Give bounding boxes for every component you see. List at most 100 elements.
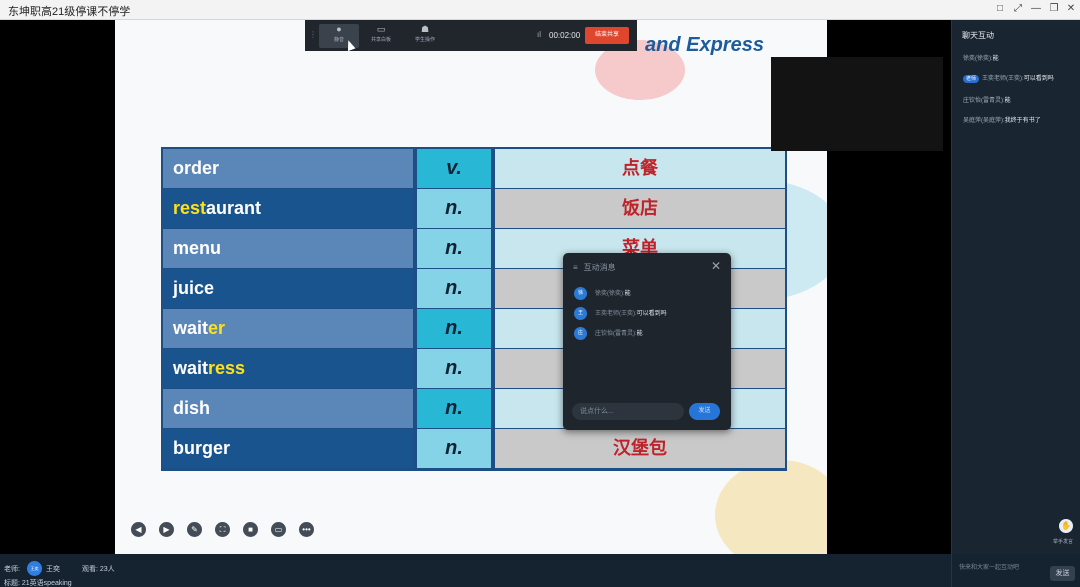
- hand-icon: ✋: [1061, 521, 1071, 530]
- message-sender: 王奕老师(王奕):: [982, 76, 1024, 82]
- chat-header: 聊天互动: [962, 31, 994, 40]
- word-part: juice: [173, 278, 215, 298]
- chat-input[interactable]: 快来和大家一起互动吧: [959, 562, 1019, 571]
- word-part: order: [173, 158, 220, 178]
- chat-message: 徐奕(徐奕):能: [963, 53, 999, 62]
- raise-hand-label: 举手发言: [1053, 539, 1074, 545]
- message-text: 我终于有书了: [1004, 118, 1041, 124]
- slide-heading: and Express: [645, 34, 764, 56]
- message-text: 可以看到吗: [636, 311, 667, 318]
- popup-send-button[interactable]: 发送: [689, 403, 720, 420]
- mute-label: 静音: [333, 37, 344, 43]
- message-text: 可以看到吗: [1023, 76, 1054, 82]
- members-icon: ☗: [420, 24, 430, 34]
- popup-title: ≡ 互动消息: [573, 262, 616, 273]
- vocab-row: burger n. 汉堡包: [163, 429, 785, 469]
- popup-message-input[interactable]: 说点什么...: [572, 403, 684, 420]
- popup-message: 王 王奕老师(王奕):可以看到吗: [574, 307, 724, 321]
- part-of-speech: v.: [417, 149, 493, 188]
- webcam-view: [771, 57, 943, 151]
- restore-icon[interactable]: ❐: [1047, 2, 1061, 16]
- close-icon[interactable]: ✕: [1064, 2, 1078, 16]
- message-sender: 吴庭萍(吴庭萍):: [963, 118, 1005, 124]
- vocab-row: restaurant n. 饭店: [163, 189, 785, 229]
- part-of-speech: n.: [417, 269, 493, 308]
- word-part: wait: [173, 318, 209, 338]
- chat-message: 老师 王奕老师(王奕):可以看到吗: [963, 73, 1054, 83]
- chat-message: 吴庭萍(吴庭萍):我终于有书了: [963, 115, 1041, 124]
- part-of-speech: n.: [417, 349, 493, 388]
- chat-input-bar: 快来和大家一起互动吧 发送: [951, 554, 1080, 587]
- share-timer: 00:02:00: [549, 31, 581, 40]
- more-icon[interactable]: •••: [299, 522, 314, 537]
- decor-blob: [715, 460, 827, 554]
- interaction-popup: ≡ 互动消息 ✕ 徐徐奕(徐奕):能 王王奕老师(王奕):可以看到吗 庄庄钦怡(雷…: [563, 253, 731, 430]
- word-highlight: ress: [208, 358, 246, 378]
- minimize-icon[interactable]: —: [1029, 2, 1043, 16]
- comment-icon[interactable]: ▭: [271, 522, 286, 537]
- vocab-word: menu: [163, 229, 415, 268]
- avatar: 庄: [574, 327, 587, 340]
- chat-send-button[interactable]: 发送: [1050, 566, 1075, 581]
- vocab-word: restaurant: [163, 189, 415, 228]
- fullscreen-icon[interactable]: ⤢: [1011, 2, 1025, 16]
- drag-handle-icon[interactable]: ⋮: [309, 30, 317, 39]
- message-sender: 王奕老师(王奕):: [595, 311, 637, 318]
- fullscreen-slide-icon[interactable]: ⛶: [215, 522, 230, 537]
- teacher-name: 王奕: [46, 566, 60, 573]
- vocab-row: order v. 点餐: [163, 149, 785, 189]
- avatar: 徐: [574, 287, 587, 300]
- popup-message: 庄 庄钦怡(雷青灵):能: [574, 327, 724, 341]
- avatar: 王: [574, 307, 587, 320]
- message-sender: 徐奕(徐奕):: [595, 291, 625, 298]
- next-slide-icon[interactable]: ▶: [159, 522, 174, 537]
- share-whiteboard-button[interactable]: ▭ 共享白板: [361, 24, 401, 43]
- shared-screen-area: and Express order v. 点餐 restaurant n. 饭店 menu n…: [0, 20, 951, 554]
- student-ops-label: 学生操作: [414, 37, 435, 43]
- signal-icon: ıl: [537, 30, 541, 39]
- chinese-meaning: 饭店: [495, 189, 785, 228]
- vocab-word: order: [163, 149, 415, 188]
- vocab-word: waitress: [163, 349, 415, 388]
- vocab-word: juice: [163, 269, 415, 308]
- vocab-word: burger: [163, 429, 415, 468]
- viewer-count: 观看: 23人: [82, 566, 115, 573]
- vocab-word: waiter: [163, 309, 415, 348]
- chinese-meaning: 汉堡包: [495, 429, 785, 468]
- stop-share-button[interactable]: 结束共享: [585, 27, 629, 44]
- teacher-badge: 老师: [963, 75, 980, 83]
- popup-message: 徐 徐奕(徐奕):能: [574, 287, 724, 301]
- part-of-speech: n.: [417, 309, 493, 348]
- pip-icon[interactable]: □: [993, 2, 1007, 16]
- part-of-speech: n.: [417, 389, 493, 428]
- word-highlight: rest: [173, 198, 207, 218]
- message-sender: 徐奕(徐奕):: [963, 56, 993, 62]
- pen-icon[interactable]: ✎: [187, 522, 202, 537]
- popup-title-text: 互动消息: [583, 263, 616, 272]
- word-highlight: er: [208, 318, 226, 338]
- part-of-speech: n.: [417, 229, 493, 268]
- avatar: 王奕: [27, 561, 42, 576]
- microphone-icon: ●: [336, 24, 342, 34]
- prev-slide-icon[interactable]: ◀: [131, 522, 146, 537]
- menu-icon: ≡: [573, 263, 578, 272]
- chat-message: 庄钦怡(雷青灵):能: [963, 95, 1011, 104]
- student-ops-button[interactable]: ☗ 学生操作: [405, 24, 445, 43]
- message-text: 能: [636, 331, 643, 338]
- popup-close-icon[interactable]: ✕: [711, 259, 721, 273]
- raise-hand-button[interactable]: ✋: [1059, 519, 1073, 533]
- word-part: burger: [173, 438, 231, 458]
- vocab-word: dish: [163, 389, 415, 428]
- chat-panel: 聊天互动 徐奕(徐奕):能 老师 王奕老师(王奕):可以看到吗 庄钦怡(雷青灵):…: [951, 20, 1080, 554]
- word-part: menu: [173, 238, 222, 258]
- screen-share-icon: ▭: [376, 24, 386, 34]
- message-sender: 庄钦怡(雷青灵):: [963, 98, 1005, 104]
- status-bar: 老师: 王奕 王奕 观看: 23人 标题: 21英语speaking: [0, 554, 951, 587]
- message-text: 能: [624, 291, 631, 298]
- share-whiteboard-label: 共享白板: [370, 37, 391, 43]
- word-part: aurant: [206, 198, 262, 218]
- word-part: dish: [173, 398, 211, 418]
- message-text: 能: [1004, 98, 1011, 104]
- part-of-speech: n.: [417, 189, 493, 228]
- camera-icon[interactable]: ■: [243, 522, 258, 537]
